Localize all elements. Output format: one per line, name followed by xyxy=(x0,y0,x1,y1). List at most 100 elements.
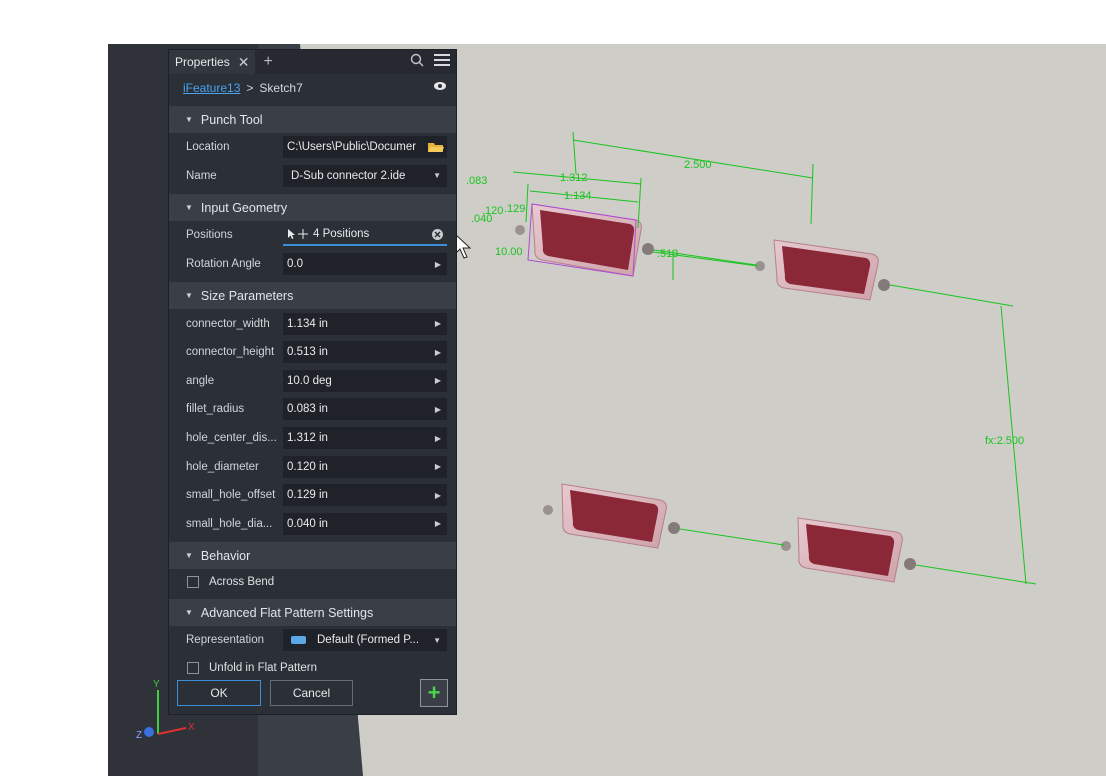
chevron-right-icon[interactable]: ▶ xyxy=(435,348,441,357)
param-row: fillet_radius 0.083 in ▶ xyxy=(169,395,456,424)
chevron-down-icon: ▼ xyxy=(433,635,441,645)
param-value: 0.513 in xyxy=(287,346,328,359)
collapse-triangle-icon: ▼ xyxy=(185,203,193,213)
param-value-field[interactable]: 0.513 in ▶ xyxy=(283,341,447,364)
param-label: hole_diameter xyxy=(186,460,259,473)
connector-1[interactable] xyxy=(515,203,654,277)
cancel-button[interactable]: Cancel xyxy=(270,680,353,706)
dim-fx2500: fx:2.500 xyxy=(985,435,1024,447)
size-parameters-list: connector_width 1.134 in ▶ connector_heigh… xyxy=(169,309,456,538)
name-value: D-Sub connector 2.ide xyxy=(291,169,406,182)
representation-icon xyxy=(291,636,306,645)
param-value: 1.312 in xyxy=(287,432,328,445)
left-margin xyxy=(0,0,108,776)
row-location: Location C:\Users\Public\Documer xyxy=(169,133,456,162)
section-size-parameters-title: Size Parameters xyxy=(200,288,294,303)
row-representation: Representation Default (Formed P... ▼ xyxy=(169,626,456,655)
chevron-right-icon[interactable]: ▶ xyxy=(435,376,441,385)
connector-3[interactable] xyxy=(543,483,680,549)
chevron-down-icon: ▼ xyxy=(433,171,441,181)
section-input-geometry-title: Input Geometry xyxy=(200,200,288,215)
param-value-field[interactable]: 0.040 in ▶ xyxy=(283,512,447,535)
collapse-triangle-icon: ▼ xyxy=(185,608,193,618)
chevron-right-icon[interactable]: ▶ xyxy=(435,405,441,414)
breadcrumb: iFeature13 > Sketch7 xyxy=(169,74,456,102)
param-value-field[interactable]: 1.134 in ▶ xyxy=(283,312,447,335)
param-label: angle xyxy=(186,374,215,387)
breadcrumb-parent-link[interactable]: iFeature13 xyxy=(183,81,240,95)
location-field[interactable]: C:\Users\Public\Documer xyxy=(283,136,447,159)
param-label: small_hole_dia... xyxy=(186,517,273,530)
ok-button[interactable]: OK xyxy=(177,680,261,706)
param-row: hole_diameter 0.120 in ▶ xyxy=(169,452,456,481)
section-advanced-flat-pattern[interactable]: ▼ Advanced Flat Pattern Settings xyxy=(169,599,456,627)
collapse-triangle-icon: ▼ xyxy=(185,291,193,301)
section-behavior[interactable]: ▼ Behavior xyxy=(169,542,456,570)
param-value-field[interactable]: 1.312 in ▶ xyxy=(283,427,447,450)
menu-icon[interactable] xyxy=(434,53,450,67)
chevron-right-icon[interactable]: ▶ xyxy=(435,319,441,328)
param-value-field[interactable]: 0.083 in ▶ xyxy=(283,398,447,421)
folder-icon[interactable] xyxy=(428,141,444,153)
dim-129: .129 xyxy=(504,203,525,215)
param-value-field[interactable]: 10.0 deg ▶ xyxy=(283,369,447,392)
representation-dropdown[interactable]: Default (Formed P... ▼ xyxy=(283,629,447,652)
positions-value: 4 Positions xyxy=(313,228,370,241)
rotation-angle-field[interactable]: 0.0 ▶ xyxy=(283,253,447,276)
chevron-right-icon[interactable]: ▶ xyxy=(435,260,441,269)
collapse-triangle-icon: ▼ xyxy=(185,115,193,124)
chevron-right-icon[interactable]: ▶ xyxy=(435,491,441,500)
connector-2[interactable] xyxy=(755,239,890,301)
breadcrumb-separator: > xyxy=(246,81,254,95)
select-cursor-crosshair-icon xyxy=(288,229,308,240)
section-punch-tool[interactable]: ▼ Punch Tool xyxy=(169,106,456,133)
section-size-parameters[interactable]: ▼ Size Parameters xyxy=(169,282,456,310)
chevron-right-icon[interactable]: ▶ xyxy=(435,519,441,528)
row-name: Name D-Sub connector 2.ide ▼ xyxy=(169,162,456,191)
triad-y-label: Y xyxy=(153,679,160,690)
chevron-right-icon[interactable]: ▶ xyxy=(435,462,441,471)
name-dropdown[interactable]: D-Sub connector 2.ide ▼ xyxy=(283,164,447,187)
dimension-labels: .083 1.312 1.134 2.500 .129 .040 .120 10… xyxy=(466,159,1024,447)
param-row: small_hole_dia... 0.040 in ▶ xyxy=(169,510,456,539)
dim-1134: 1.134 xyxy=(564,190,592,202)
close-icon[interactable]: ✕ xyxy=(238,54,250,71)
search-icon[interactable] xyxy=(410,53,424,67)
apply-add-button[interactable]: + xyxy=(420,679,448,707)
mouse-cursor-icon xyxy=(454,232,472,259)
unfold-checkbox[interactable] xyxy=(187,661,199,674)
dim-2500: 2.500 xyxy=(684,159,712,171)
across-bend-checkbox[interactable] xyxy=(187,576,199,589)
tab-properties[interactable]: Properties ✕ xyxy=(169,50,256,74)
positions-label: Positions xyxy=(186,229,233,242)
clear-icon[interactable] xyxy=(432,228,443,240)
param-label: connector_height xyxy=(186,346,275,359)
representation-label: Representation xyxy=(186,634,264,647)
dim-1000: 10.00 xyxy=(495,246,523,258)
across-bend-checkbox-row: Across Bend xyxy=(169,569,456,595)
panel-tabbar: Properties ✕ + xyxy=(169,50,456,74)
add-tab-icon[interactable]: + xyxy=(263,53,272,71)
param-label: hole_center_dis... xyxy=(186,432,277,445)
eye-icon[interactable] xyxy=(434,82,446,90)
dim-083: .083 xyxy=(466,175,487,187)
top-margin xyxy=(0,0,1106,44)
chevron-right-icon[interactable]: ▶ xyxy=(435,434,441,443)
param-row: hole_center_dis... 1.312 in ▶ xyxy=(169,424,456,453)
param-value: 0.129 in xyxy=(287,489,328,502)
connector-4[interactable] xyxy=(781,517,916,583)
positions-selector[interactable]: 4 Positions xyxy=(283,224,447,247)
name-label: Name xyxy=(186,169,217,182)
rotation-angle-label: Rotation Angle xyxy=(186,258,261,271)
param-label: fillet_radius xyxy=(186,403,245,416)
section-advanced-title: Advanced Flat Pattern Settings xyxy=(200,605,374,620)
section-input-geometry[interactable]: ▼ Input Geometry xyxy=(169,194,456,222)
param-value: 10.0 deg xyxy=(287,374,332,387)
dim-513: .513 xyxy=(657,248,678,260)
param-value: 0.040 in xyxy=(287,517,328,530)
param-value-field[interactable]: 0.129 in ▶ xyxy=(283,484,447,507)
param-value-field[interactable]: 0.120 in ▶ xyxy=(283,455,447,478)
param-label: small_hole_offset xyxy=(186,489,276,502)
param-value: 0.120 in xyxy=(287,460,328,473)
dim-120: .120 xyxy=(482,205,503,217)
